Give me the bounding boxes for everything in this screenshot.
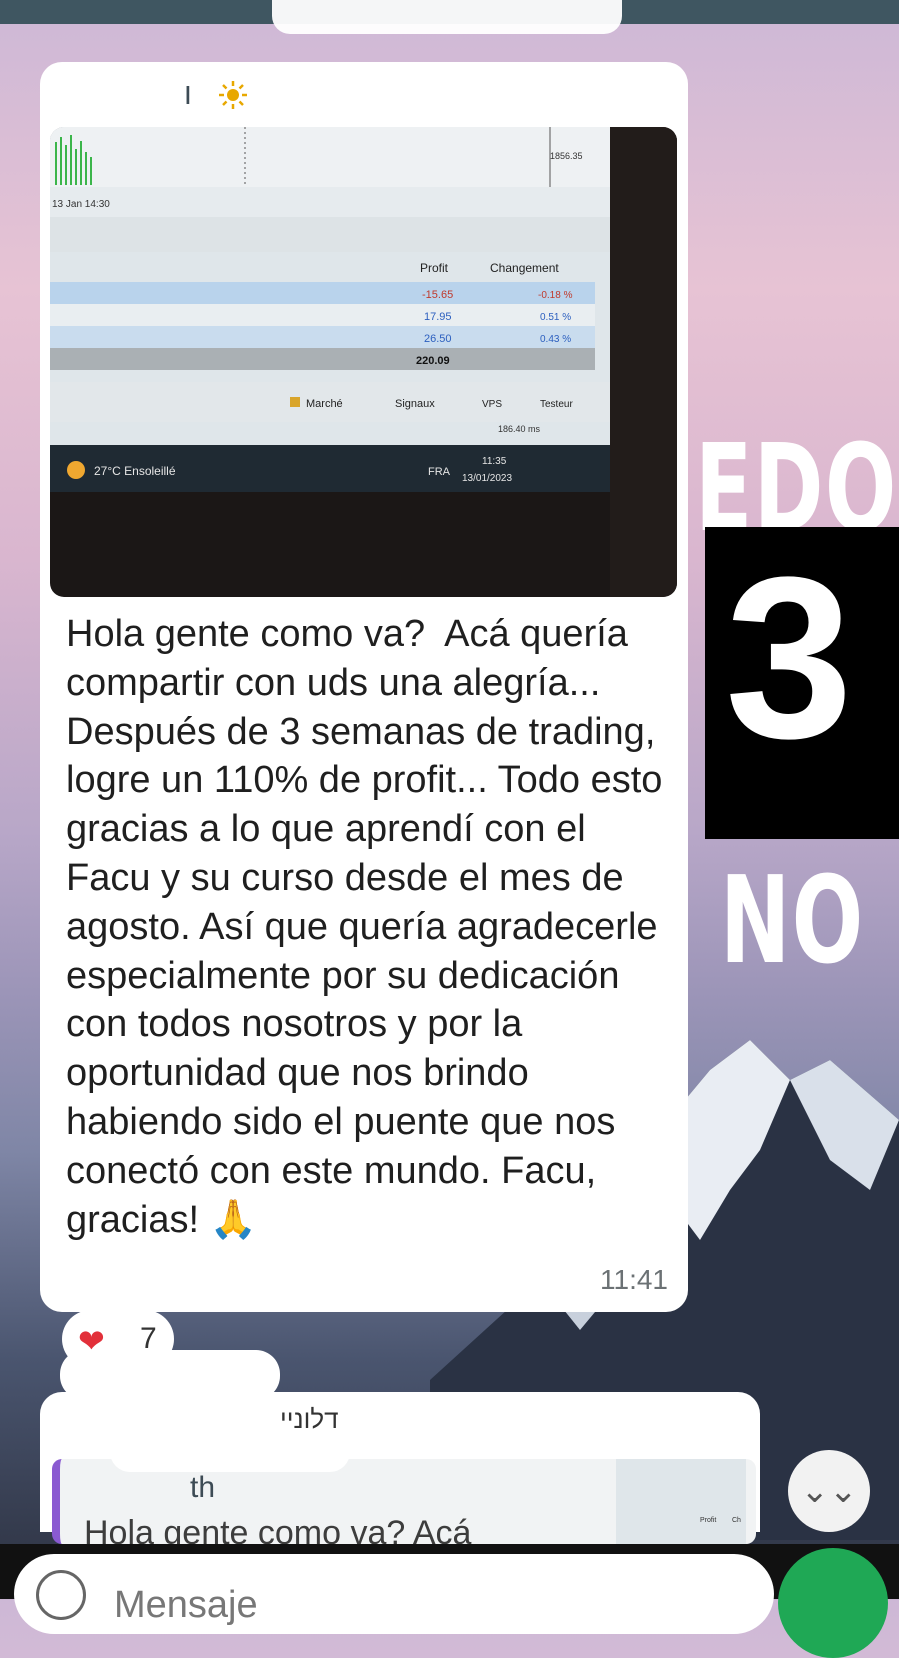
profit-total: 220.09 bbox=[416, 355, 450, 367]
scroll-down-button[interactable]: ⌄⌄ bbox=[788, 1450, 870, 1532]
quoted-text: Hola gente como va? Acá bbox=[84, 1514, 472, 1544]
tab-marche: Marché bbox=[306, 398, 343, 410]
tab-testeur: Testeur bbox=[540, 399, 573, 410]
taskbar-clock-date: 13/01/2023 bbox=[462, 473, 512, 484]
change-cell: 0.43 % bbox=[540, 334, 571, 345]
sun-icon bbox=[219, 81, 247, 109]
emoji-icon[interactable] bbox=[36, 1570, 86, 1620]
chart-price: 1856.35 bbox=[550, 151, 583, 161]
taskbar-clock-time: 11:35 bbox=[482, 456, 507, 467]
profit-cell: 17.95 bbox=[424, 311, 452, 323]
message-text: Hola gente como va? Acá quería compartir… bbox=[66, 613, 674, 1241]
thumb-header-change: Ch bbox=[732, 1517, 741, 1524]
change-cell: 0.51 % bbox=[540, 312, 571, 323]
background-story-text: NO bbox=[720, 852, 865, 991]
message-composer[interactable]: Mensaje bbox=[14, 1554, 774, 1634]
monitor-bezel bbox=[610, 127, 677, 597]
tab-vps: VPS bbox=[482, 399, 502, 410]
message-bubble[interactable]: ו 13 Jan 14:30 1856.35 Profit Changement… bbox=[40, 62, 688, 1312]
redaction-mark bbox=[60, 1350, 280, 1400]
background-number: 3 bbox=[725, 529, 853, 786]
redaction-mark bbox=[110, 1432, 350, 1472]
change-cell: -0.18 % bbox=[538, 290, 573, 301]
quoted-thumbnail: Profit Ch bbox=[616, 1459, 746, 1544]
message-time: 11:41 bbox=[600, 1264, 668, 1295]
composer-placeholder: Mensaje bbox=[114, 1584, 258, 1626]
mic-button[interactable] bbox=[778, 1548, 888, 1658]
background-number-box: 3 bbox=[705, 527, 899, 839]
ping-status: 186.40 ms bbox=[498, 424, 541, 434]
tab-signaux: Signaux bbox=[395, 398, 435, 410]
chart-timestamp: 13 Jan 14:30 bbox=[52, 199, 110, 210]
col-header-changement: Changement bbox=[490, 261, 559, 275]
attached-photo[interactable]: 13 Jan 14:30 1856.35 Profit Changement -… bbox=[50, 127, 677, 597]
taskbar-weather: 27°C Ensoleillé bbox=[94, 464, 176, 478]
quoted-sender-name: th bbox=[190, 1471, 216, 1504]
sender-name: ו bbox=[184, 78, 192, 111]
taskbar-language: FRA bbox=[428, 466, 451, 478]
profit-cell: 26.50 bbox=[424, 333, 452, 345]
profit-cell: -15.65 bbox=[422, 289, 453, 301]
col-header-profit: Profit bbox=[420, 261, 449, 275]
thumb-header-profit: Profit bbox=[700, 1517, 717, 1524]
trading-screen-photo: 13 Jan 14:30 1856.35 Profit Changement -… bbox=[50, 127, 610, 492]
previous-message-edge bbox=[272, 0, 622, 34]
reply-header-partial: דלוניי bbox=[280, 1404, 339, 1434]
